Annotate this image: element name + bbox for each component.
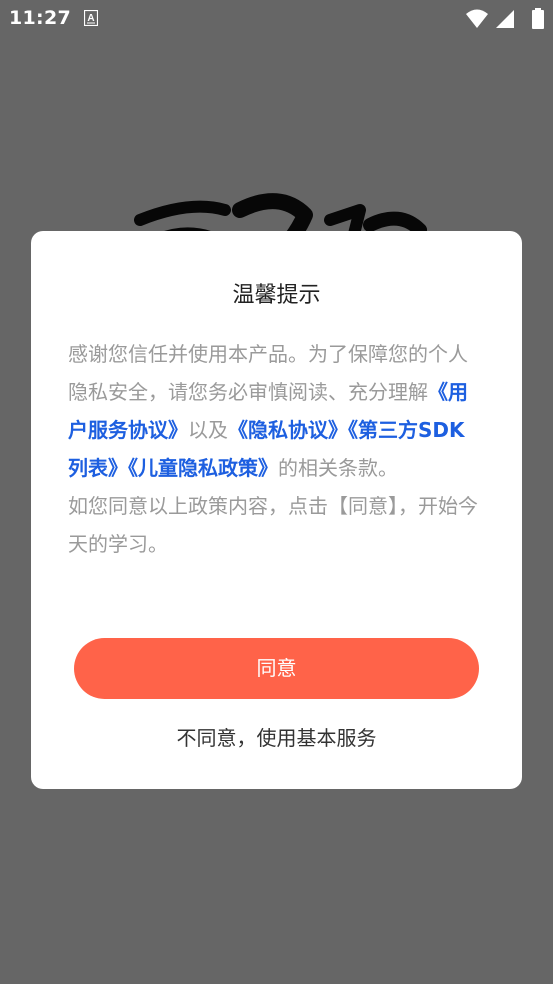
body-text: 感谢您信任并使用本产品。为了保障您的个人隐私安全，请您务必审慎阅读、充分理解 bbox=[68, 342, 468, 404]
privacy-dialog: 温馨提示 感谢您信任并使用本产品。为了保障您的个人隐私安全，请您务必审慎阅读、充… bbox=[31, 231, 522, 789]
dialog-title: 温馨提示 bbox=[232, 283, 321, 308]
body-text: 的相关条款。 bbox=[278, 456, 398, 480]
battery-icon bbox=[532, 8, 544, 29]
notification-a-icon: A bbox=[84, 10, 98, 26]
disagree-basic-service-button[interactable]: 不同意，使用基本服务 bbox=[31, 725, 522, 751]
cellular-signal-icon bbox=[496, 10, 514, 28]
body-text: 如您同意以上政策内容，点击【同意】，开始今天的学习。 bbox=[68, 494, 478, 556]
wifi-icon bbox=[466, 9, 488, 28]
child-privacy-policy-link[interactable]: 《儿童隐私政策》 bbox=[128, 456, 278, 480]
status-bar: 11:27 A bbox=[0, 0, 553, 38]
privacy-agreement-link[interactable]: 《隐私协议》 bbox=[228, 418, 348, 442]
agree-button[interactable]: 同意 bbox=[74, 638, 479, 699]
status-time: 11:27 bbox=[9, 7, 71, 29]
svg-text:A: A bbox=[87, 13, 94, 24]
body-text: 以及 bbox=[188, 418, 228, 442]
dialog-body: 感谢您信任并使用本产品。为了保障您的个人隐私安全，请您务必审慎阅读、充分理解《用… bbox=[68, 335, 482, 563]
